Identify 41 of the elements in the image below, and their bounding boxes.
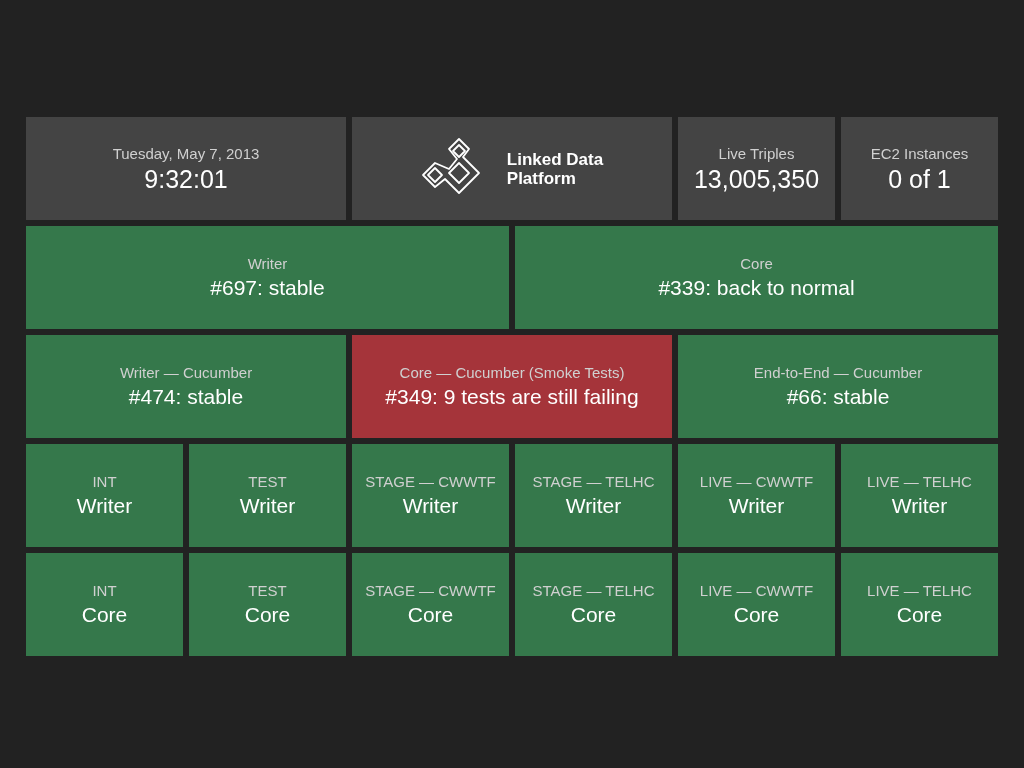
tile-label: STAGE — TELHC bbox=[532, 580, 655, 601]
tile-label: EC2 Instances bbox=[870, 143, 969, 164]
tile-value: Core bbox=[81, 601, 128, 628]
tile-value: #474: stable bbox=[128, 383, 244, 410]
tile-label: LIVE — TELHC bbox=[867, 580, 972, 601]
tile-value: Core bbox=[896, 601, 943, 628]
tile-value: Writer bbox=[728, 492, 785, 519]
tile-value: #66: stable bbox=[786, 383, 890, 410]
logo-text: Linked Data Platform bbox=[506, 149, 604, 188]
tile-value: 13,005,350 bbox=[693, 163, 820, 194]
tile-label: LIVE — TELHC bbox=[867, 471, 972, 492]
tile-label: STAGE — CWWTF bbox=[365, 580, 496, 601]
tile-label: INT bbox=[92, 471, 117, 492]
tile-label: Writer — Cucumber bbox=[119, 362, 253, 383]
tile-label: STAGE — CWWTF bbox=[365, 471, 496, 492]
tile-value: Writer bbox=[402, 492, 459, 519]
tile-label: Core bbox=[740, 253, 773, 274]
tile-value: Core bbox=[733, 601, 780, 628]
tile-label: Core — Cucumber (Smoke Tests) bbox=[399, 362, 625, 383]
tile-value: #697: stable bbox=[210, 274, 325, 301]
tile-label: TEST bbox=[248, 471, 287, 492]
tile-value: Core bbox=[407, 601, 454, 628]
tile-value: Writer bbox=[565, 492, 622, 519]
tile-value: Writer bbox=[891, 492, 948, 519]
tile-label: Live Triples bbox=[718, 143, 795, 164]
tile-label: LIVE — CWWTF bbox=[699, 471, 814, 492]
tile-value: 0 of 1 bbox=[888, 163, 951, 194]
tile-value: 9:32:01 bbox=[144, 163, 228, 194]
tile-value: Core bbox=[570, 601, 617, 628]
tile-label: End-to-End — Cucumber bbox=[753, 362, 923, 383]
tile-label: TEST bbox=[248, 580, 287, 601]
tile-label: STAGE — TELHC bbox=[532, 471, 655, 492]
tile-value: Writer bbox=[239, 492, 296, 519]
tile-label: INT bbox=[92, 580, 117, 601]
tile-label: LIVE — CWWTF bbox=[699, 580, 814, 601]
tile-value: Writer bbox=[76, 492, 133, 519]
tile-value: Core bbox=[244, 601, 291, 628]
tile-value: #349: 9 tests are still failing bbox=[385, 383, 639, 410]
tile-label: Writer bbox=[247, 253, 288, 274]
tile-value: #339: back to normal bbox=[658, 274, 855, 301]
tile-label: Tuesday, May 7, 2013 bbox=[112, 143, 260, 164]
